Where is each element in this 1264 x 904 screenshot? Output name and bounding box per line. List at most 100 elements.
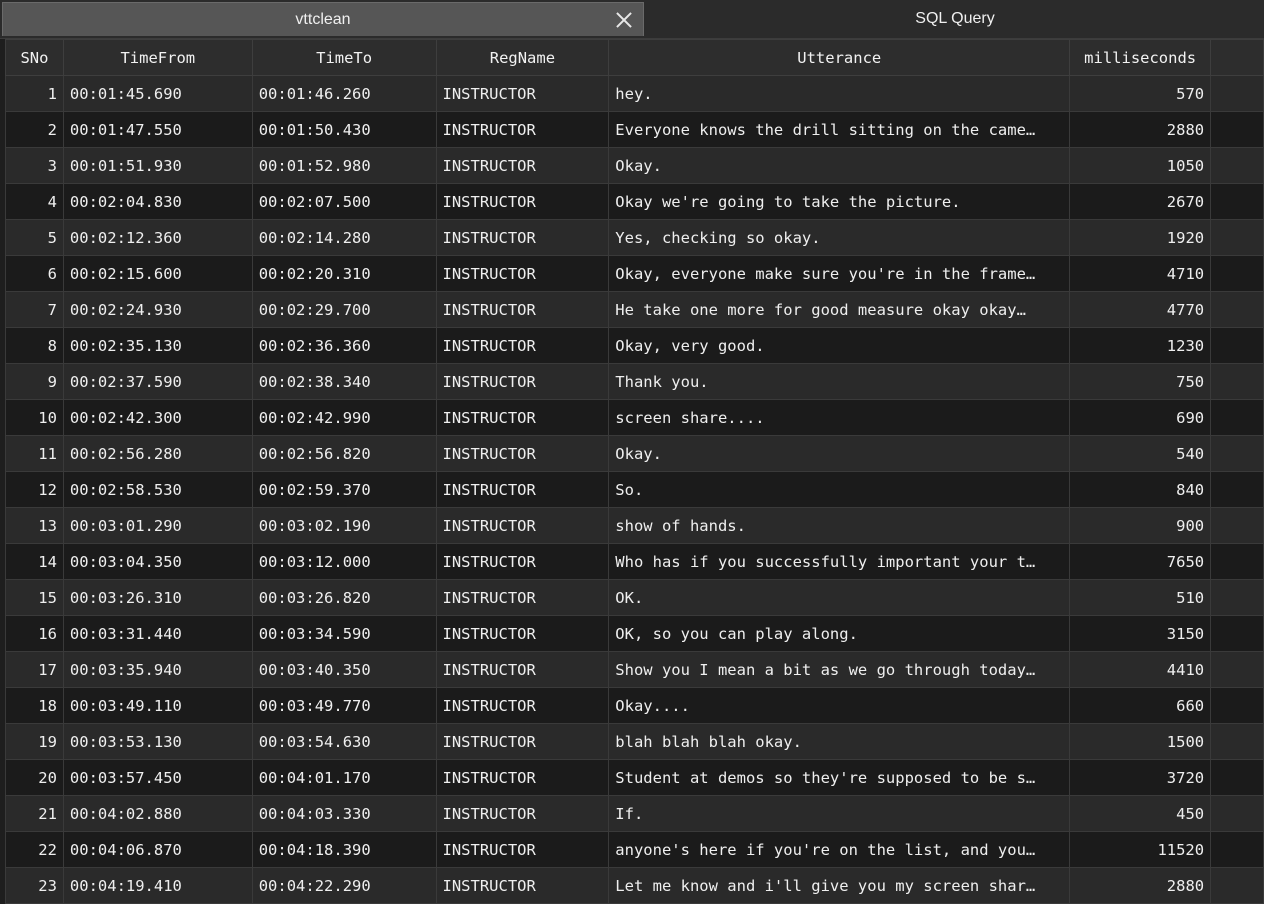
cell-timeto[interactable]: 00:01:46.260: [251, 75, 437, 112]
cell-regname[interactable]: INSTRUCTOR: [435, 471, 610, 508]
cell-timeto[interactable]: 00:03:26.820: [251, 579, 437, 616]
cell-regname[interactable]: INSTRUCTOR: [435, 543, 610, 580]
cell-utterance[interactable]: Who has if you successfully important yo…: [608, 543, 1071, 580]
cell-timeto[interactable]: 00:01:50.430: [251, 111, 437, 148]
cell-sno[interactable]: 21: [5, 795, 64, 832]
cell-regname[interactable]: INSTRUCTOR: [435, 795, 610, 832]
cell-sno[interactable]: 14: [5, 543, 64, 580]
tab-vttclean[interactable]: vttclean: [2, 2, 644, 36]
cell-utterance[interactable]: He take one more for good measure okay o…: [608, 291, 1071, 328]
cell-milliseconds[interactable]: 750: [1069, 363, 1212, 400]
column-header-timefrom[interactable]: TimeFrom: [62, 39, 253, 76]
cell-milliseconds[interactable]: 3720: [1069, 759, 1212, 796]
cell-timefrom[interactable]: 00:03:57.450: [62, 759, 253, 796]
cell-milliseconds[interactable]: 3150: [1069, 615, 1212, 652]
column-header-timeto[interactable]: TimeTo: [251, 39, 437, 76]
cell-timeto[interactable]: 00:02:07.500: [251, 183, 437, 220]
tab-sql-query[interactable]: SQL Query: [646, 2, 1264, 36]
table-row[interactable]: 23 00:04:19.410 00:04:22.290 INSTRUCTOR Let …: [5, 867, 1264, 904]
cell-regname[interactable]: INSTRUCTOR: [435, 111, 610, 148]
cell-milliseconds[interactable]: 7650: [1069, 543, 1212, 580]
cell-timeto[interactable]: 00:03:02.190: [251, 507, 437, 544]
cell-regname[interactable]: INSTRUCTOR: [435, 75, 610, 112]
table-row[interactable]: 6 00:02:15.600 00:02:20.310 INSTRUCTOR Okay,…: [5, 255, 1264, 292]
cell-sno[interactable]: 2: [5, 111, 64, 148]
table-row[interactable]: 8 00:02:35.130 00:02:36.360 INSTRUCTOR Okay,…: [5, 327, 1264, 364]
cell-timefrom[interactable]: 00:02:04.830: [62, 183, 253, 220]
cell-timefrom[interactable]: 00:03:01.290: [62, 507, 253, 544]
cell-milliseconds[interactable]: 690: [1069, 399, 1212, 436]
cell-utterance[interactable]: Okay.: [608, 435, 1071, 472]
cell-milliseconds[interactable]: 570: [1069, 75, 1212, 112]
cell-timefrom[interactable]: 00:01:45.690: [62, 75, 253, 112]
table-row[interactable]: 19 00:03:53.130 00:03:54.630 INSTRUCTOR blah…: [5, 723, 1264, 760]
cell-timeto[interactable]: 00:03:40.350: [251, 651, 437, 688]
cell-sno[interactable]: 10: [5, 399, 64, 436]
cell-milliseconds[interactable]: 2880: [1069, 111, 1212, 148]
cell-utterance[interactable]: OK, so you can play along.: [608, 615, 1071, 652]
table-row[interactable]: 18 00:03:49.110 00:03:49.770 INSTRUCTOR Okay…: [5, 687, 1264, 724]
cell-timefrom[interactable]: 00:01:47.550: [62, 111, 253, 148]
cell-sno[interactable]: 7: [5, 291, 64, 328]
cell-regname[interactable]: INSTRUCTOR: [435, 615, 610, 652]
cell-timefrom[interactable]: 00:03:53.130: [62, 723, 253, 760]
cell-timeto[interactable]: 00:02:20.310: [251, 255, 437, 292]
cell-sno[interactable]: 12: [5, 471, 64, 508]
table-row[interactable]: 4 00:02:04.830 00:02:07.500 INSTRUCTOR Okay …: [5, 183, 1264, 220]
close-icon[interactable]: [615, 11, 633, 29]
cell-milliseconds[interactable]: 2880: [1069, 867, 1212, 904]
cell-milliseconds[interactable]: 900: [1069, 507, 1212, 544]
cell-sno[interactable]: 8: [5, 327, 64, 364]
cell-sno[interactable]: 11: [5, 435, 64, 472]
cell-utterance[interactable]: Student at demos so they're supposed to …: [608, 759, 1071, 796]
cell-timeto[interactable]: 00:02:56.820: [251, 435, 437, 472]
cell-timefrom[interactable]: 00:02:12.360: [62, 219, 253, 256]
cell-sno[interactable]: 3: [5, 147, 64, 184]
cell-utterance[interactable]: Okay.: [608, 147, 1071, 184]
cell-sno[interactable]: 16: [5, 615, 64, 652]
cell-regname[interactable]: INSTRUCTOR: [435, 255, 610, 292]
cell-sno[interactable]: 9: [5, 363, 64, 400]
column-header-utterance[interactable]: Utterance: [608, 39, 1071, 76]
cell-sno[interactable]: 22: [5, 831, 64, 868]
table-row[interactable]: 3 00:01:51.930 00:01:52.980 INSTRUCTOR Okay.…: [5, 147, 1264, 184]
cell-milliseconds[interactable]: 1920: [1069, 219, 1212, 256]
cell-timeto[interactable]: 00:01:52.980: [251, 147, 437, 184]
table-row[interactable]: 5 00:02:12.360 00:02:14.280 INSTRUCTOR Yes, …: [5, 219, 1264, 256]
cell-milliseconds[interactable]: 1050: [1069, 147, 1212, 184]
cell-regname[interactable]: INSTRUCTOR: [435, 219, 610, 256]
table-row[interactable]: 1 00:01:45.690 00:01:46.260 INSTRUCTOR hey. 5…: [5, 75, 1264, 112]
cell-sno[interactable]: 6: [5, 255, 64, 292]
cell-milliseconds[interactable]: 840: [1069, 471, 1212, 508]
cell-utterance[interactable]: Show you I mean a bit as we go through t…: [608, 651, 1071, 688]
cell-utterance[interactable]: Everyone knows the drill sitting on the …: [608, 111, 1071, 148]
cell-regname[interactable]: INSTRUCTOR: [435, 867, 610, 904]
cell-regname[interactable]: INSTRUCTOR: [435, 399, 610, 436]
cell-timeto[interactable]: 00:02:38.340: [251, 363, 437, 400]
column-header-milliseconds[interactable]: milliseconds: [1069, 39, 1212, 76]
cell-milliseconds[interactable]: 660: [1069, 687, 1212, 724]
cell-timefrom[interactable]: 00:04:02.880: [62, 795, 253, 832]
cell-timefrom[interactable]: 00:03:31.440: [62, 615, 253, 652]
cell-milliseconds[interactable]: 4410: [1069, 651, 1212, 688]
table-row[interactable]: 20 00:03:57.450 00:04:01.170 INSTRUCTOR Stud…: [5, 759, 1264, 796]
cell-milliseconds[interactable]: 4770: [1069, 291, 1212, 328]
cell-utterance[interactable]: blah blah blah okay.: [608, 723, 1071, 760]
cell-milliseconds[interactable]: 2670: [1069, 183, 1212, 220]
cell-regname[interactable]: INSTRUCTOR: [435, 723, 610, 760]
cell-timefrom[interactable]: 00:04:19.410: [62, 867, 253, 904]
table-row[interactable]: 21 00:04:02.880 00:04:03.330 INSTRUCTOR If. 4…: [5, 795, 1264, 832]
cell-milliseconds[interactable]: 510: [1069, 579, 1212, 616]
cell-utterance[interactable]: Thank you.: [608, 363, 1071, 400]
cell-regname[interactable]: INSTRUCTOR: [435, 183, 610, 220]
table-row[interactable]: 12 00:02:58.530 00:02:59.370 INSTRUCTOR So. 8…: [5, 471, 1264, 508]
column-header-sno[interactable]: SNo: [5, 39, 64, 76]
cell-utterance[interactable]: Okay we're going to take the picture.: [608, 183, 1071, 220]
cell-timefrom[interactable]: 00:03:49.110: [62, 687, 253, 724]
cell-utterance[interactable]: hey.: [608, 75, 1071, 112]
cell-timefrom[interactable]: 00:02:56.280: [62, 435, 253, 472]
cell-timefrom[interactable]: 00:03:35.940: [62, 651, 253, 688]
cell-regname[interactable]: INSTRUCTOR: [435, 327, 610, 364]
cell-utterance[interactable]: screen share....: [608, 399, 1071, 436]
cell-timefrom[interactable]: 00:01:51.930: [62, 147, 253, 184]
